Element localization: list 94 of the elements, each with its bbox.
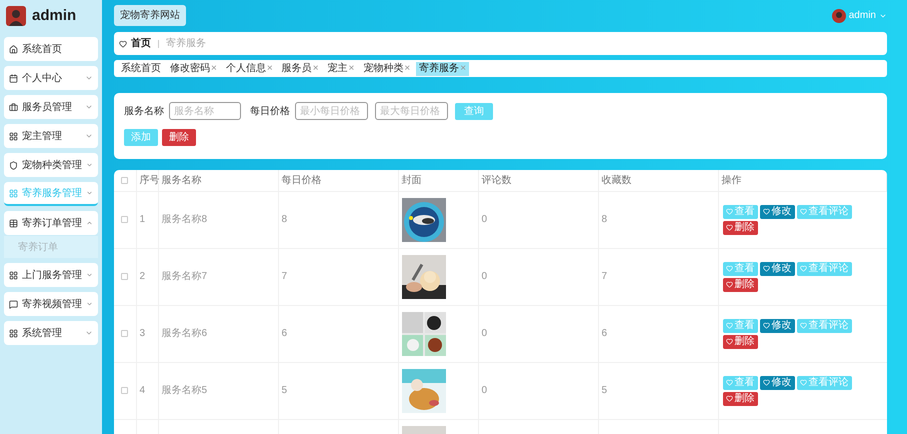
sidebar-item[interactable]: 宠主管理 <box>4 124 98 148</box>
table-cell: 0 <box>482 214 488 225</box>
table-cell: 8 <box>602 214 608 225</box>
heart-icon <box>726 322 732 329</box>
sidebar-item[interactable]: 寄养订单管理 <box>4 211 98 235</box>
column-header: 序号 <box>140 174 160 186</box>
checkbox[interactable] <box>121 216 128 223</box>
heart-icon <box>800 322 806 329</box>
delete-button[interactable]: 删除 <box>722 392 758 406</box>
sidebar-item[interactable]: 上门服务管理 <box>4 263 98 287</box>
column-header: 每日价格 <box>282 174 322 186</box>
chevron-icon <box>85 103 93 111</box>
user-name: admin <box>32 6 76 26</box>
checkbox[interactable] <box>121 176 128 184</box>
tab[interactable]: 寄养服务× <box>416 62 470 76</box>
tab[interactable]: 个人信息× <box>222 62 276 76</box>
chevron-icon <box>85 132 93 140</box>
heart-icon <box>762 379 770 386</box>
heart-icon <box>119 40 127 48</box>
breadcrumb-item: 寄养服务 <box>166 36 206 51</box>
table-cell: 服务名称6 <box>162 328 208 339</box>
heart-icon <box>726 338 732 345</box>
delete-button[interactable]: 删除 <box>722 278 758 292</box>
heart-icon <box>726 379 732 386</box>
edit-button[interactable]: 修改 <box>760 262 794 276</box>
heart-icon <box>800 265 806 272</box>
table-cell: 7 <box>602 271 608 282</box>
site-button[interactable]: 宠物寄养网站 <box>114 5 186 26</box>
heart-icon <box>726 265 732 272</box>
heart-icon <box>726 281 732 288</box>
table-cell: 1 <box>140 214 146 225</box>
chevron-icon <box>86 219 93 227</box>
table-cell: 服务名称5 <box>162 385 208 396</box>
delete-button[interactable]: 删除 <box>722 220 758 234</box>
field-label: 每日价格 <box>250 104 290 118</box>
table-cell: 0 <box>482 385 488 396</box>
edit-button[interactable]: 修改 <box>760 318 794 332</box>
field-label: 服务名称 <box>124 104 164 118</box>
tab[interactable]: 服务员× <box>278 62 322 76</box>
table-cell: 2 <box>140 271 146 282</box>
heart-icon <box>726 224 732 231</box>
table-cell: 6 <box>602 328 608 339</box>
heart-icon <box>762 265 770 272</box>
table-cell: 0 <box>482 271 488 282</box>
checkbox[interactable] <box>121 330 128 337</box>
chevron-icon <box>85 329 93 337</box>
sidebar-item[interactable]: 个人中心 <box>4 66 98 90</box>
input-field[interactable]: 最大每日价格 <box>375 102 448 120</box>
column-header: 评论数 <box>482 174 512 186</box>
checkbox[interactable] <box>121 273 128 280</box>
sidebar-item[interactable]: 服务员管理 <box>4 95 98 119</box>
heart-icon <box>726 208 732 215</box>
avatar-icon <box>6 6 26 26</box>
table-cell: 4 <box>140 385 146 396</box>
table-cell: 3 <box>140 328 146 339</box>
tab[interactable]: 宠主× <box>324 62 358 76</box>
chevron-icon <box>86 161 93 169</box>
column-header: 操作 <box>722 174 742 186</box>
table-cell: 5 <box>282 385 288 396</box>
input-field[interactable]: 服务名称 <box>169 102 241 120</box>
edit-button[interactable]: 修改 <box>760 204 794 218</box>
sidebar-item[interactable]: 宠物种类管理 <box>4 153 98 177</box>
sidebar-item[interactable]: 寄养视频管理 <box>4 292 98 316</box>
table-cell: 5 <box>602 385 608 396</box>
heart-icon <box>726 395 732 402</box>
table-cell: 8 <box>282 214 288 225</box>
chevron-icon <box>86 271 93 279</box>
sidebar-item[interactable]: 系统管理 <box>4 321 98 345</box>
table-cell: 服务名称7 <box>162 271 208 282</box>
table-cell: 服务名称8 <box>162 214 208 225</box>
table-cell: 6 <box>282 328 288 339</box>
table-cell: 7 <box>282 271 288 282</box>
column-header: 封面 <box>402 174 422 186</box>
edit-button[interactable]: 修改 <box>760 376 794 390</box>
heart-icon <box>800 379 806 386</box>
delete-button[interactable]: 删除 <box>722 334 758 348</box>
sidebar-item[interactable]: 系统首页 <box>4 37 98 61</box>
heart-icon <box>762 208 770 215</box>
chevron-icon <box>86 189 93 197</box>
table-cell: 0 <box>482 328 488 339</box>
heart-icon <box>800 208 806 215</box>
chevron-icon <box>85 74 93 82</box>
heart-icon <box>762 322 770 329</box>
tab[interactable]: 宠物种类× <box>360 62 414 76</box>
delete-button[interactable]: 删除 <box>162 129 196 146</box>
tab[interactable]: 修改密码× <box>167 62 220 76</box>
checkbox[interactable] <box>121 387 128 394</box>
avatar-icon <box>832 8 846 22</box>
chevron-icon <box>86 300 93 308</box>
breadcrumb-item[interactable]: 首页 <box>131 36 151 51</box>
tab[interactable]: 系统首页 <box>118 62 164 76</box>
column-header: 收藏数 <box>602 174 632 186</box>
column-header: 服务名称 <box>162 174 202 186</box>
input-field[interactable]: 最小每日价格 <box>295 102 368 120</box>
